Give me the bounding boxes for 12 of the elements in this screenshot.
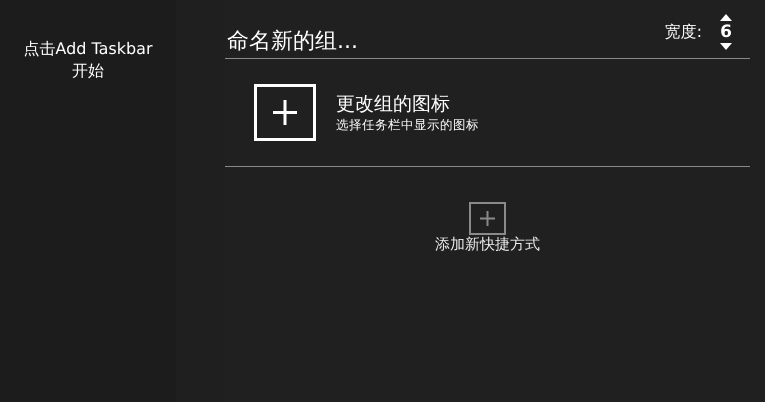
width-value: 6 [720, 23, 732, 41]
add-shortcut-icon[interactable] [469, 202, 506, 235]
width-label: 宽度: [664, 22, 702, 42]
add-shortcut-label[interactable]: 添加新快捷方式 [435, 235, 540, 254]
hint-text: 点击Add Taskbar [23, 38, 153, 60]
hint-text: 开始 [72, 60, 104, 82]
icon-subtitle: 选择任务栏中显示的图标 [336, 117, 479, 134]
up-arrow-icon[interactable] [720, 14, 732, 21]
down-arrow-icon[interactable] [720, 43, 732, 50]
icon-title: 更改组的图标 [336, 92, 451, 117]
group-name-field[interactable]: 命名新的组... [225, 29, 527, 58]
add-icon-button[interactable] [254, 84, 316, 141]
